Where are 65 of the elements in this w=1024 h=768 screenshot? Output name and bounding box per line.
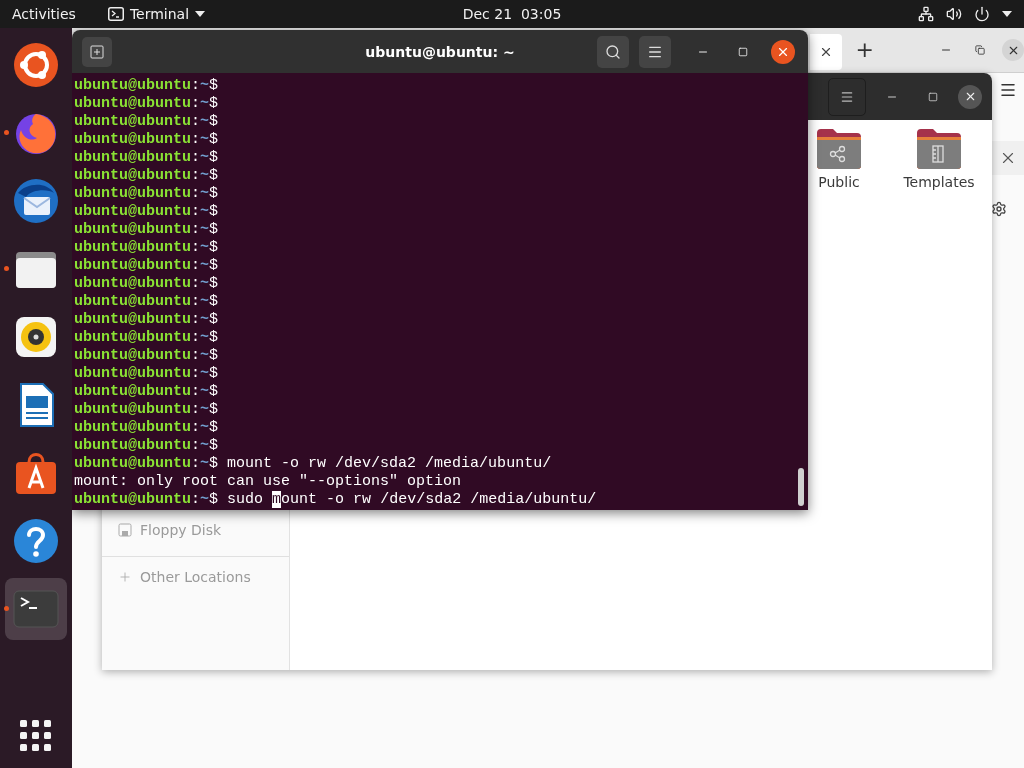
terminal-line: ubuntu@ubuntu:~$ bbox=[74, 185, 220, 203]
app-grid-icon bbox=[20, 720, 52, 752]
folder-name[interactable]: Templates bbox=[903, 174, 975, 190]
scrollbar-thumb[interactable] bbox=[798, 468, 804, 506]
menu-icon bbox=[840, 89, 854, 104]
clock[interactable]: Dec 21 03:05 bbox=[462, 6, 562, 22]
terminal-line: ubuntu@ubuntu:~$ bbox=[74, 347, 220, 365]
terminal-line: ubuntu@ubuntu:~$ bbox=[74, 329, 220, 347]
folder-name[interactable]: Public bbox=[818, 174, 860, 190]
network-icon[interactable] bbox=[918, 6, 934, 22]
app-menu[interactable]: Terminal bbox=[107, 6, 206, 22]
search-icon bbox=[605, 43, 621, 60]
terminal-line: ubuntu@ubuntu:~$ mount -o rw /dev/sda2 /media/ubuntu/ bbox=[74, 455, 553, 473]
folder-icon bbox=[815, 128, 863, 170]
terminal-line: ubuntu@ubuntu:~$ bbox=[74, 149, 220, 167]
maximize-icon bbox=[738, 46, 748, 57]
terminal-line: mount: only root can use "--options" option bbox=[74, 473, 463, 491]
caret-icon[interactable] bbox=[1002, 11, 1012, 17]
terminal-line: ubuntu@ubuntu:~$ bbox=[74, 293, 220, 311]
terminal-line: ubuntu@ubuntu:~$ bbox=[74, 311, 220, 329]
plus-icon bbox=[118, 569, 132, 584]
caret-icon bbox=[195, 11, 206, 17]
new-tab-icon bbox=[90, 44, 104, 59]
terminal-line: ubuntu@ubuntu:~$ bbox=[74, 437, 220, 455]
help-icon bbox=[13, 518, 59, 564]
terminal-line: ubuntu@ubuntu:~$ bbox=[74, 131, 220, 149]
terminal-line: ubuntu@ubuntu:~$ bbox=[74, 401, 220, 419]
terminal-line: ubuntu@ubuntu:~$ bbox=[74, 257, 220, 275]
terminal-line: ubuntu@ubuntu:~$ bbox=[74, 365, 220, 383]
terminal-line: ubuntu@ubuntu:~$ bbox=[74, 419, 220, 437]
shopping-bag-icon bbox=[13, 450, 59, 496]
volume-icon[interactable] bbox=[946, 6, 962, 22]
terminal-line: ubuntu@ubuntu:~$ bbox=[74, 221, 220, 239]
terminal-line: ubuntu@ubuntu:~$ bbox=[74, 275, 220, 293]
close-button[interactable] bbox=[771, 39, 795, 64]
sidebar-item-label: Floppy Disk bbox=[140, 522, 222, 538]
window-title: ubuntu@ubuntu: ~ bbox=[365, 43, 515, 60]
terminal-line: ubuntu@ubuntu:~$ bbox=[74, 203, 220, 221]
terminal-line: ubuntu@ubuntu:~$ bbox=[74, 113, 220, 131]
terminal-icon bbox=[107, 7, 124, 21]
terminal-line: ubuntu@ubuntu:~$ bbox=[74, 239, 220, 257]
close-button[interactable] bbox=[958, 84, 982, 109]
sidebar-item-label: Other Locations bbox=[140, 568, 251, 585]
terminal-line: ubuntu@ubuntu:~$ bbox=[74, 95, 220, 113]
speaker-icon bbox=[13, 314, 59, 360]
terminal-line: ubuntu@ubuntu:~$ bbox=[74, 77, 220, 95]
terminal-line: ubuntu@ubuntu:~$ bbox=[74, 383, 220, 401]
menu-button[interactable] bbox=[828, 77, 866, 116]
activities-button[interactable]: Activities bbox=[12, 6, 76, 22]
restore-icon[interactable] bbox=[975, 45, 985, 55]
ubuntu-logo-icon bbox=[13, 42, 59, 88]
power-icon[interactable] bbox=[974, 6, 990, 22]
new-tab-button[interactable]: + bbox=[855, 39, 874, 61]
search-button[interactable] bbox=[597, 35, 629, 68]
terminal-line: ubuntu@ubuntu:~$ sudo mount -o rw /dev/sda2 /media/ubuntu/ bbox=[74, 491, 598, 509]
menu-icon[interactable] bbox=[999, 81, 1017, 99]
settings-icon[interactable] bbox=[991, 201, 1007, 217]
maximize-icon bbox=[928, 91, 938, 102]
bird-envelope-icon bbox=[12, 177, 60, 225]
terminal-line: ubuntu@ubuntu:~$ bbox=[74, 167, 220, 185]
new-tab-button[interactable] bbox=[82, 36, 112, 67]
terminal-icon bbox=[13, 590, 59, 628]
menu-button[interactable] bbox=[639, 35, 671, 68]
close-button[interactable] bbox=[1002, 39, 1024, 61]
folder-icon bbox=[915, 128, 963, 170]
